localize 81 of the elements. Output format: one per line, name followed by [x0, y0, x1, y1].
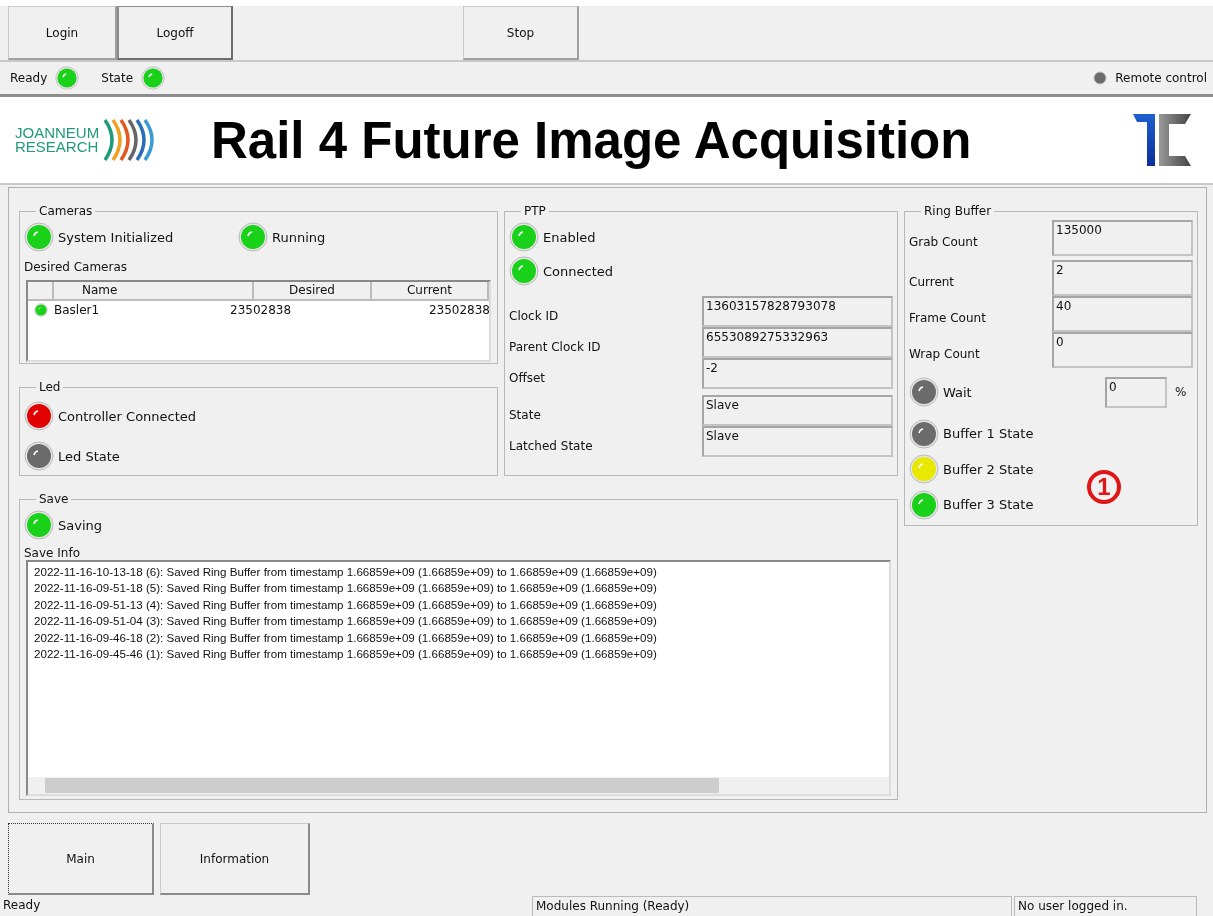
status-message: Modules Running (Ready): [532, 896, 1012, 916]
toolbar-button[interactable]: Login: [8, 6, 117, 60]
column-header[interactable]: Name: [54, 282, 254, 301]
status-message: No user logged in.: [1014, 896, 1197, 916]
section-label: Desired Cameras: [24, 260, 129, 274]
field-label: Grab Count: [909, 234, 979, 249]
unit-label: %: [1175, 385, 1187, 399]
led-label: Enabled: [543, 229, 596, 245]
led-label: Saving: [58, 517, 102, 533]
indicator-label: State: [101, 71, 134, 85]
led-label: Buffer 2 State: [943, 461, 1034, 477]
field-label: Clock ID: [509, 307, 560, 323]
remote-control-label: Remote control: [1115, 71, 1207, 85]
field-label: Latched State: [509, 437, 594, 453]
value-field: 6553089275332963: [702, 327, 893, 358]
indicator-label: Ready: [10, 71, 48, 85]
value-field: 40: [1052, 296, 1193, 332]
led-label: Connected: [543, 263, 613, 279]
company-logo-icon: [1133, 114, 1191, 166]
table-header-corner: [28, 282, 54, 301]
toolbar-button[interactable]: Logoff: [117, 6, 233, 60]
table-cell-text: Basler1: [54, 303, 101, 317]
status-led-icon: [55, 66, 80, 90]
tab[interactable]: Main: [8, 823, 154, 895]
tab[interactable]: Information: [160, 823, 310, 895]
value-field: -2: [702, 358, 893, 389]
value-field: Slave: [702, 395, 893, 426]
log-line: 2022-11-16-09-51-18 (5): Saved Ring Buffer from timestamp 1.66859e+09 (1.66859e+09) to 1.66859e+09 (1.66859e+09): [34, 580, 658, 597]
status-led-icon: [141, 66, 166, 90]
status-led-icon: [24, 510, 54, 540]
field-label: Frame Count: [909, 310, 987, 325]
field-label: Offset: [509, 369, 547, 385]
status-led-icon: [509, 256, 539, 286]
value-field: Slave: [702, 426, 893, 457]
value-field: 2: [1052, 260, 1193, 296]
field-label: Wrap Count: [909, 346, 981, 361]
field-label: State: [509, 406, 542, 422]
led-label: Wait: [943, 384, 973, 400]
value-field: 135000: [1052, 220, 1193, 256]
led-label: Led State: [58, 448, 120, 464]
annotation-marker: 1: [1087, 470, 1121, 504]
status-led-icon: [909, 489, 939, 520]
column-header[interactable]: Current: [372, 282, 489, 301]
log-line: 2022-11-16-10-13-18 (6): Saved Ring Buffer from timestamp 1.66859e+09 (1.66859e+09) to 1.66859e+09 (1.66859e+09): [34, 564, 658, 580]
status-message: Ready: [2, 897, 42, 914]
group-title: Led: [38, 380, 62, 394]
log-line: 2022-11-16-09-45-46 (1): Saved Ring Buffer from timestamp 1.66859e+09 (1.66859e+09) to 1.66859e+09 (1.66859e+09): [34, 646, 658, 663]
horizontal-scrollbar[interactable]: [28, 777, 889, 794]
group-title: Cameras: [38, 204, 94, 218]
status-led-icon: [34, 303, 48, 317]
group-title: Save: [38, 492, 70, 506]
wait-percent-field: 0: [1105, 376, 1167, 408]
field-label: Parent Clock ID: [509, 338, 602, 354]
status-led-icon: [238, 222, 268, 252]
led-label: Controller Connected: [58, 408, 197, 424]
field-label: Current: [909, 274, 956, 289]
status-led-icon: [24, 401, 54, 431]
status-led-icon: [909, 377, 939, 407]
led-label: Buffer 1 State: [943, 426, 1034, 442]
logo-text: JOANNEUM RESEARCH: [15, 126, 100, 154]
value-field: 13603157828793078: [702, 296, 893, 327]
log-line: 2022-11-16-09-46-18 (2): Saved Ring Buffer from timestamp 1.66859e+09 (1.66859e+09) to 1.66859e+09 (1.66859e+09): [34, 629, 658, 646]
led-label: Buffer 3 State: [943, 497, 1034, 513]
log-line: 2022-11-16-09-51-13 (4): Saved Ring Buffer from timestamp 1.66859e+09 (1.66859e+09) to 1.66859e+09 (1.66859e+09): [34, 596, 658, 613]
status-led-icon: [509, 222, 539, 252]
log-line: 2022-11-16-09-51-04 (3): Saved Ring Buffer from timestamp 1.66859e+09 (1.66859e+09) to 1.66859e+09 (1.66859e+09): [34, 613, 658, 630]
status-led-icon: [24, 222, 54, 252]
led-label: System Initialized: [58, 229, 174, 245]
table-cell-text: 23502838: [230, 303, 293, 317]
value-field: 0: [1052, 332, 1193, 368]
status-led-icon: [24, 441, 54, 471]
stop-button[interactable]: Stop: [463, 6, 579, 60]
status-led-icon: [909, 454, 939, 485]
app-title: Rail 4 Future Image Acquisition: [211, 110, 973, 170]
group-title: PTP: [523, 204, 547, 218]
table-cell-text: 23502838: [427, 303, 490, 317]
group-title: Ring Buffer: [923, 204, 993, 218]
status-led-icon: [909, 418, 939, 449]
column-header[interactable]: Desired: [254, 282, 372, 301]
led-label: Running: [272, 229, 326, 245]
section-label: Save Info: [24, 546, 81, 560]
